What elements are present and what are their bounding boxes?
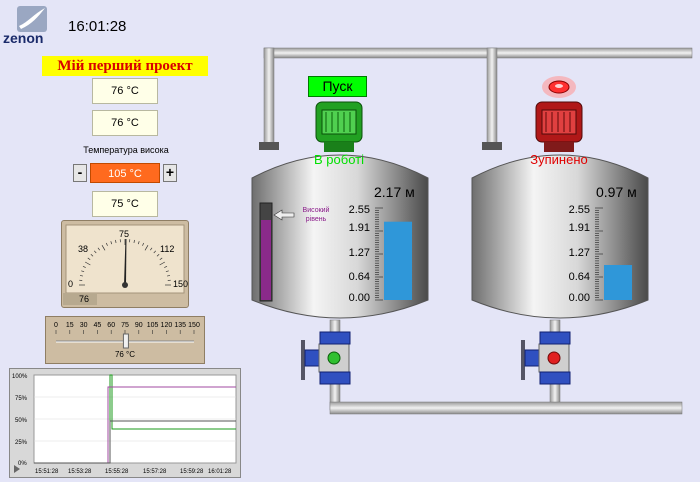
slider-thumb[interactable] xyxy=(122,333,129,349)
tank-2-level-bar xyxy=(604,265,632,300)
slider-tick-45: 45 xyxy=(94,322,102,329)
tank-2-level-value: 0.97 м xyxy=(596,184,637,200)
gauge-tick-0: 0 xyxy=(68,279,73,289)
process-diagram xyxy=(251,47,693,415)
tank-1-level-value: 2.17 м xyxy=(374,184,415,200)
alarm-lamp-icon xyxy=(542,76,576,98)
trend-x-tick-6: 16:01:28 xyxy=(208,469,232,475)
slider-tick-30: 30 xyxy=(80,322,88,329)
top-pipe xyxy=(263,47,693,59)
logo-text: zenon xyxy=(3,30,44,46)
tank-2-scale-1.91: 1.91 xyxy=(568,222,590,234)
tank-2-scale-0.00: 0.00 xyxy=(568,292,590,304)
slider-readout: 76 °C xyxy=(114,350,136,359)
tank-1-scale-0.64: 0.64 xyxy=(348,271,370,283)
tank-1-scale-1.27: 1.27 xyxy=(348,247,370,259)
temperature-value-3: 75 °C xyxy=(92,191,158,217)
high-temperature-label: Температура висока xyxy=(83,145,169,155)
gauge-tick-150: 150 xyxy=(173,279,188,289)
bottom-pipe xyxy=(329,401,683,415)
trend-y-tick-25: 25% xyxy=(15,440,28,446)
trend-y-tick-50: 50% xyxy=(15,418,28,424)
tank-2-status: Зупинено xyxy=(530,152,588,167)
project-title: Мій перший проект xyxy=(42,56,208,76)
tank-2-scale-0.64: 0.64 xyxy=(568,271,590,283)
slider-tick-135: 135 xyxy=(174,322,186,329)
trend-x-tick-1: 15:51:28 xyxy=(35,469,59,475)
slider-tick-75: 75 xyxy=(121,322,129,329)
tank-1-status: В роботі xyxy=(314,152,364,167)
tank-1-scale-2.55: 2.55 xyxy=(348,204,370,216)
slider-tick-60: 60 xyxy=(107,322,115,329)
trend-x-tick-5: 15:59:28 xyxy=(180,469,204,475)
gauge-tick-38: 38 xyxy=(78,244,88,254)
motor-1-icon[interactable] xyxy=(315,101,363,152)
tank-1-scale-1.91: 1.91 xyxy=(348,222,370,234)
slider-tick-15: 15 xyxy=(66,322,74,329)
slider-tick-0: 0 xyxy=(54,322,58,329)
decrement-button[interactable]: - xyxy=(73,164,87,182)
trend-x-tick-2: 15:53:28 xyxy=(68,469,92,475)
tank-1-level-bar xyxy=(384,221,412,300)
tank-2-scale-1.27: 1.27 xyxy=(568,247,590,259)
trend-x-tick-4: 15:57:28 xyxy=(143,469,167,475)
high-temperature-setpoint[interactable]: 105 °C xyxy=(90,163,160,183)
slider-tick-120: 120 xyxy=(161,322,173,329)
increment-button[interactable]: + xyxy=(163,164,177,182)
clock: 16:01:28 xyxy=(68,18,127,35)
trend-chart: 100% 75% 50% 25% 0% 15:51:28 15:53:28 15… xyxy=(9,368,241,478)
motor-2-icon[interactable] xyxy=(535,101,583,152)
trend-y-tick-100: 100% xyxy=(12,374,28,380)
valve-1[interactable] xyxy=(301,331,351,385)
tank-1-scale-0.00: 0.00 xyxy=(348,292,370,304)
temperature-value-2: 76 °C xyxy=(92,110,158,136)
trend-x-tick-3: 15:55:28 xyxy=(105,469,129,475)
high-level-label: Високий рівень xyxy=(302,207,330,223)
tank-1-alarm-bar xyxy=(261,220,271,300)
gauge-readout: 76 xyxy=(63,293,97,305)
trend-y-tick-75: 75% xyxy=(15,396,28,402)
trend-y-tick-0: 0% xyxy=(18,461,27,467)
valve-2[interactable] xyxy=(521,331,571,385)
gauge-tick-75: 75 xyxy=(119,229,129,239)
temperature-value-1: 76 °C xyxy=(92,78,158,104)
slider-tick-90: 90 xyxy=(135,322,143,329)
tank-2-scale-2.55: 2.55 xyxy=(568,204,590,216)
gauge-tick-112: 112 xyxy=(160,244,174,254)
start-button[interactable]: Пуск xyxy=(308,76,367,97)
slider-tick-150: 150 xyxy=(188,322,200,329)
slider-tick-105: 105 xyxy=(147,322,159,329)
